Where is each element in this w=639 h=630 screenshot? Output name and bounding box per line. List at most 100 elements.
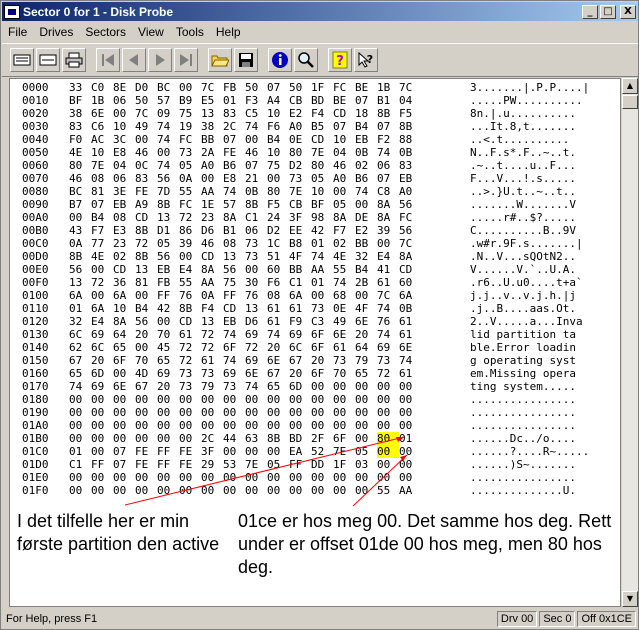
hex-byte[interactable]: 61 bbox=[399, 367, 421, 380]
hex-byte[interactable]: B4 bbox=[355, 120, 377, 133]
hex-byte[interactable]: 79 bbox=[201, 380, 223, 393]
hex-byte[interactable]: 00 bbox=[245, 471, 267, 484]
hex-byte[interactable]: 08 bbox=[223, 237, 245, 250]
hex-byte[interactable]: 02 bbox=[113, 250, 135, 263]
hex-byte[interactable]: 00 bbox=[135, 471, 157, 484]
hex-byte[interactable]: 30 bbox=[245, 276, 267, 289]
hex-byte[interactable]: 55 bbox=[377, 484, 399, 497]
hex-byte[interactable]: 00 bbox=[201, 484, 223, 497]
hex-byte[interactable]: 8B bbox=[135, 250, 157, 263]
hex-byte[interactable]: 00 bbox=[245, 393, 267, 406]
hex-byte[interactable]: 7C bbox=[399, 81, 421, 94]
hex-byte[interactable]: A4 bbox=[267, 94, 289, 107]
hex-byte[interactable]: B7 bbox=[69, 198, 91, 211]
hex-byte[interactable]: 6D bbox=[289, 380, 311, 393]
hex-byte[interactable]: 07 bbox=[113, 445, 135, 458]
hex-byte[interactable]: 57 bbox=[223, 198, 245, 211]
hex-byte[interactable]: 32 bbox=[355, 250, 377, 263]
hex-byte[interactable]: DE bbox=[355, 211, 377, 224]
hex-byte[interactable]: 56 bbox=[157, 250, 179, 263]
hex-byte[interactable]: FE bbox=[135, 185, 157, 198]
hex-byte[interactable]: 00 bbox=[91, 445, 113, 458]
hex-byte[interactable]: 56 bbox=[135, 315, 157, 328]
hex-byte[interactable]: 00 bbox=[377, 419, 399, 432]
hex-byte[interactable]: 67 bbox=[69, 354, 91, 367]
hex-byte[interactable]: 00 bbox=[377, 471, 399, 484]
hex-byte[interactable]: A0 bbox=[201, 159, 223, 172]
hex-byte[interactable]: B6 bbox=[223, 159, 245, 172]
hex-byte[interactable]: 00 bbox=[91, 484, 113, 497]
hex-byte[interactable]: 00 bbox=[113, 484, 135, 497]
hex-byte[interactable]: 2A bbox=[201, 146, 223, 159]
hex-byte[interactable]: 73 bbox=[223, 380, 245, 393]
hex-byte[interactable]: 6F bbox=[311, 328, 333, 341]
hex-byte[interactable]: BC bbox=[69, 185, 91, 198]
hex-byte[interactable]: 6E bbox=[355, 315, 377, 328]
hex-byte[interactable]: 13 bbox=[201, 315, 223, 328]
hex-byte[interactable]: 83 bbox=[69, 120, 91, 133]
hex-byte[interactable]: E4 bbox=[377, 250, 399, 263]
hex-byte[interactable]: 00 bbox=[91, 289, 113, 302]
hex-byte[interactable]: 74 bbox=[267, 328, 289, 341]
hex-byte[interactable]: D1 bbox=[157, 224, 179, 237]
hex-byte[interactable]: 72 bbox=[201, 328, 223, 341]
hex-byte[interactable]: 98 bbox=[311, 211, 333, 224]
hex-byte[interactable]: FE bbox=[135, 458, 157, 471]
hex-byte[interactable]: 00 bbox=[311, 471, 333, 484]
hex-byte[interactable]: 00 bbox=[157, 146, 179, 159]
hex-byte[interactable]: 10 bbox=[267, 107, 289, 120]
hex-byte[interactable]: 00 bbox=[179, 432, 201, 445]
hex-byte[interactable]: 0A bbox=[179, 172, 201, 185]
save-button[interactable] bbox=[234, 48, 258, 72]
hex-byte[interactable]: 00 bbox=[223, 406, 245, 419]
hex-byte[interactable]: 46 bbox=[135, 146, 157, 159]
hex-byte[interactable]: B9 bbox=[179, 94, 201, 107]
highlighted-byte[interactable]: 00 bbox=[377, 445, 399, 458]
hex-byte[interactable]: 09 bbox=[157, 107, 179, 120]
hex-byte[interactable]: 44 bbox=[223, 432, 245, 445]
hex-byte[interactable]: 39 bbox=[377, 224, 399, 237]
hex-byte[interactable]: 00 bbox=[113, 432, 135, 445]
hex-byte[interactable]: 72 bbox=[91, 276, 113, 289]
hex-byte[interactable]: 74 bbox=[69, 380, 91, 393]
hex-byte[interactable]: 8B bbox=[245, 198, 267, 211]
hex-byte[interactable]: 73 bbox=[245, 237, 267, 250]
hex-byte[interactable]: 08 bbox=[113, 211, 135, 224]
hex-byte[interactable]: 6A bbox=[289, 289, 311, 302]
hex-byte[interactable]: 00 bbox=[179, 393, 201, 406]
hex-byte[interactable]: 75 bbox=[223, 276, 245, 289]
hex-byte[interactable]: 00 bbox=[399, 458, 421, 471]
hex-byte[interactable]: 73 bbox=[377, 354, 399, 367]
hex-byte[interactable]: 00 bbox=[289, 484, 311, 497]
hex-byte[interactable]: E3 bbox=[113, 224, 135, 237]
hex-byte[interactable]: 74 bbox=[157, 120, 179, 133]
hex-byte[interactable]: 72 bbox=[179, 354, 201, 367]
hex-byte[interactable]: 00 bbox=[333, 471, 355, 484]
hex-byte[interactable]: 7C bbox=[377, 289, 399, 302]
hex-byte[interactable]: 74 bbox=[157, 133, 179, 146]
hex-byte[interactable]: 00 bbox=[311, 393, 333, 406]
hex-byte[interactable]: 00 bbox=[201, 419, 223, 432]
hex-byte[interactable]: B4 bbox=[91, 211, 113, 224]
next-sector-button[interactable] bbox=[148, 48, 172, 72]
hex-byte[interactable]: 00 bbox=[377, 458, 399, 471]
hex-byte[interactable]: 8A bbox=[377, 211, 399, 224]
hex-byte[interactable]: 4E bbox=[91, 250, 113, 263]
hex-byte[interactable]: 6F bbox=[113, 354, 135, 367]
hex-byte[interactable]: DD bbox=[311, 458, 333, 471]
hex-byte[interactable]: 04 bbox=[333, 146, 355, 159]
hex-byte[interactable]: 00 bbox=[355, 198, 377, 211]
hex-byte[interactable]: 00 bbox=[355, 380, 377, 393]
hex-byte[interactable]: 74 bbox=[157, 159, 179, 172]
hex-byte[interactable]: 77 bbox=[91, 237, 113, 250]
hex-byte[interactable]: 10 bbox=[113, 120, 135, 133]
hex-byte[interactable]: EB bbox=[157, 263, 179, 276]
hex-byte[interactable]: CD bbox=[179, 315, 201, 328]
hex-byte[interactable]: 61 bbox=[201, 354, 223, 367]
hex-byte[interactable]: F5 bbox=[399, 107, 421, 120]
hex-byte[interactable]: 00 bbox=[179, 250, 201, 263]
hex-byte[interactable]: 10 bbox=[113, 302, 135, 315]
hex-byte[interactable]: D6 bbox=[201, 224, 223, 237]
hex-byte[interactable]: C8 bbox=[377, 185, 399, 198]
hex-byte[interactable]: 73 bbox=[179, 367, 201, 380]
